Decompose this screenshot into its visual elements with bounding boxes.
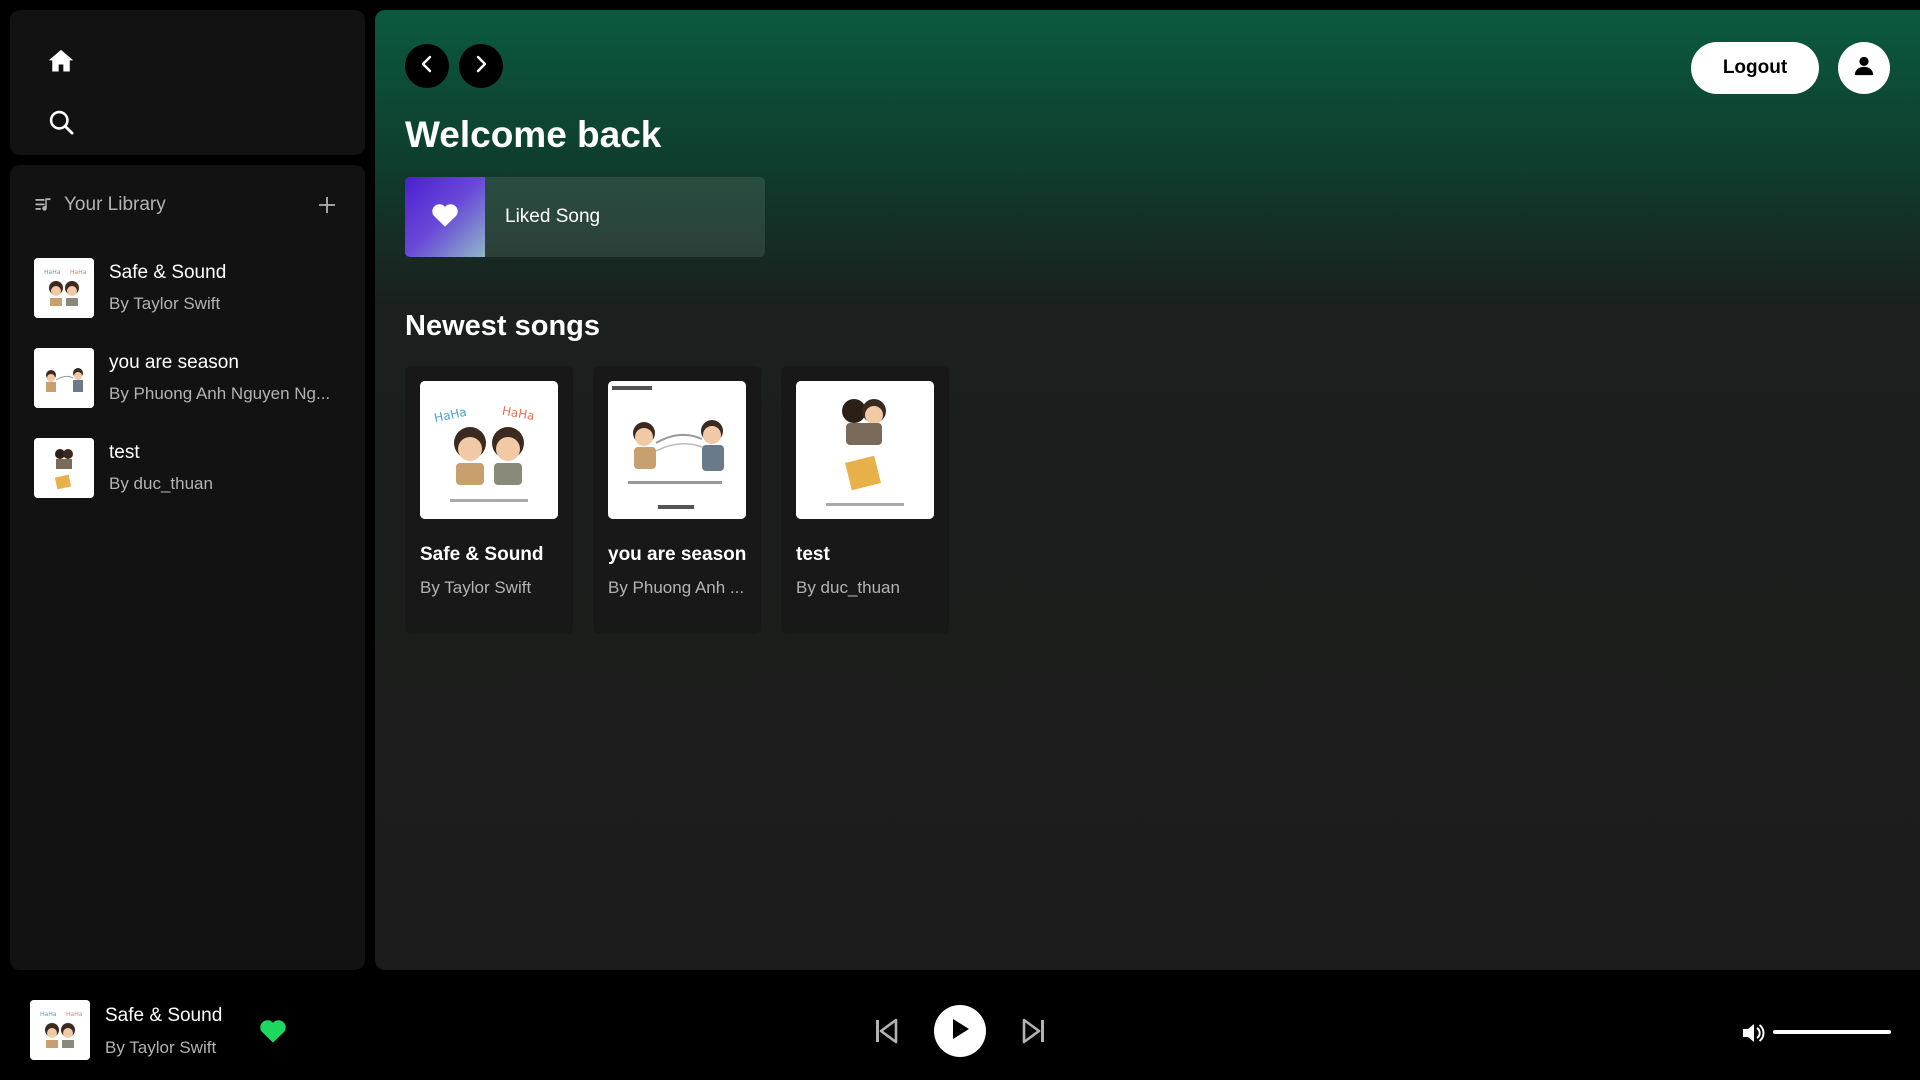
library-panel: Your Library HaHa HaHa Safe & Sound By Ta… xyxy=(10,165,365,970)
now-playing-artist[interactable]: By Taylor Swift xyxy=(105,1038,216,1058)
logout-button[interactable]: Logout xyxy=(1691,42,1819,94)
user-icon xyxy=(1853,55,1875,82)
svg-text:HaHa: HaHa xyxy=(40,1011,57,1018)
nav-panel xyxy=(10,10,365,155)
volume-slider-fill xyxy=(1773,1030,1891,1034)
library-item-you-are-season[interactable]: you are season By Phuong Anh Nguyen Ng..… xyxy=(34,333,345,423)
song-cover: HaHa HaHa xyxy=(34,258,94,318)
library-item-test[interactable]: test By duc_thuan xyxy=(34,423,345,513)
song-card-you-are-season[interactable]: you are season By Phuong Anh ... xyxy=(593,366,761,634)
plus-icon[interactable] xyxy=(313,191,341,219)
song-cover xyxy=(608,381,746,519)
song-title: Safe & Sound xyxy=(420,544,544,565)
song-cover xyxy=(796,381,934,519)
song-cover xyxy=(34,438,94,498)
song-card-safe-and-sound[interactable]: HaHa HaHa Safe & Sound By Taylor Swift xyxy=(405,366,573,634)
section-title: Newest songs xyxy=(405,310,600,342)
song-cover: HaHa HaHa xyxy=(420,381,558,519)
now-playing-title[interactable]: Safe & Sound xyxy=(105,1005,222,1027)
liked-songs-art xyxy=(405,177,485,257)
play-button[interactable] xyxy=(934,1005,986,1057)
main-panel: Logout Welcome back Liked Song Newest so… xyxy=(375,10,1920,970)
song-cover xyxy=(34,348,94,408)
heart-icon[interactable] xyxy=(258,1017,288,1045)
skip-forward-icon xyxy=(1022,1017,1046,1050)
song-artist: By Phuong Anh ... xyxy=(608,578,745,597)
heart-icon xyxy=(431,202,459,233)
song-artist: By duc_thuan xyxy=(796,578,900,597)
volume-icon[interactable] xyxy=(1740,1020,1766,1046)
home-icon[interactable] xyxy=(46,46,76,76)
library-item-title: you are season xyxy=(109,352,239,373)
back-button[interactable] xyxy=(405,44,449,88)
library-item-artist: By Phuong Anh Nguyen Ng... xyxy=(109,384,331,403)
library-title[interactable]: Your Library xyxy=(64,194,166,216)
library-item-artist: By duc_thuan xyxy=(109,474,213,493)
volume-slider[interactable] xyxy=(1773,1030,1891,1034)
library-list: HaHa HaHa Safe & Sound By Taylor Swift yo… xyxy=(34,243,345,513)
search-icon[interactable] xyxy=(46,107,76,137)
song-card-test[interactable]: test By duc_thuan xyxy=(781,366,949,634)
profile-button[interactable] xyxy=(1838,42,1890,94)
previous-button[interactable] xyxy=(872,1017,900,1049)
player-bar: HaHa HaHa Safe & Sound By Taylor Swift xyxy=(0,970,1920,1080)
song-title: test xyxy=(796,544,830,565)
library-item-artist: By Taylor Swift xyxy=(109,294,221,313)
next-button[interactable] xyxy=(1020,1017,1048,1049)
song-artist: By Taylor Swift xyxy=(420,578,532,597)
play-icon xyxy=(949,1017,971,1046)
liked-songs-card[interactable]: Liked Song xyxy=(405,177,765,257)
library-item-title: test xyxy=(109,442,140,463)
library-item-title: Safe & Sound xyxy=(109,262,227,283)
newest-songs-grid: HaHa HaHa Safe & Sound By Taylor Swift yo… xyxy=(405,366,949,634)
chevron-left-icon xyxy=(417,54,437,79)
song-title: you are season xyxy=(608,544,747,565)
now-playing-cover: HaHa HaHa xyxy=(30,1000,90,1060)
chevron-right-icon xyxy=(471,54,491,79)
svg-text:HaHa: HaHa xyxy=(70,269,87,276)
page-title: Welcome back xyxy=(405,114,662,155)
library-header: Your Library xyxy=(34,187,345,223)
library-icon xyxy=(34,195,54,215)
library-item-safe-and-sound[interactable]: HaHa HaHa Safe & Sound By Taylor Swift xyxy=(34,243,345,333)
forward-button[interactable] xyxy=(459,44,503,88)
skip-back-icon xyxy=(874,1017,898,1050)
svg-text:HaHa: HaHa xyxy=(44,269,61,276)
liked-songs-label: Liked Song xyxy=(505,206,601,227)
svg-text:HaHa: HaHa xyxy=(66,1011,83,1018)
